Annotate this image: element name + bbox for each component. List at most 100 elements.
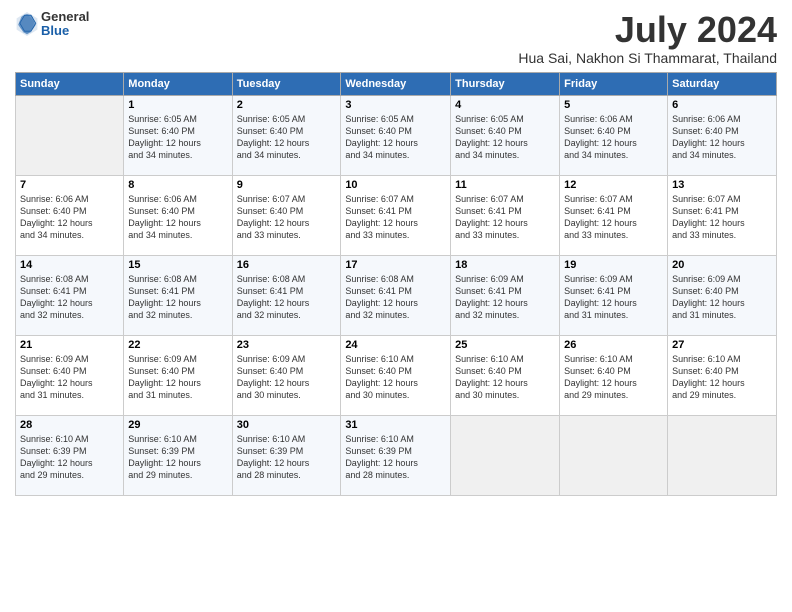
logo-icon (15, 10, 39, 38)
calendar-cell (560, 415, 668, 495)
logo: General Blue (15, 10, 89, 39)
day-info: Sunrise: 6:09 AMSunset: 6:40 PMDaylight:… (237, 353, 337, 402)
day-number: 1 (128, 99, 227, 111)
calendar-cell (16, 95, 124, 175)
day-info: Sunrise: 6:06 AMSunset: 6:40 PMDaylight:… (128, 193, 227, 242)
calendar-cell: 19 Sunrise: 6:09 AMSunset: 6:41 PMDayligh… (560, 255, 668, 335)
calendar-week-1: 1 Sunrise: 6:05 AMSunset: 6:40 PMDaylight… (16, 95, 777, 175)
calendar-cell: 25Sunrise: 6:10 AMSunset: 6:40 PMDayligh… (451, 335, 560, 415)
day-info: Sunrise: 6:07 AMSunset: 6:41 PMDaylight:… (564, 193, 663, 242)
day-number: 18 (455, 259, 555, 271)
calendar-cell (668, 415, 777, 495)
day-info: Sunrise: 6:10 AMSunset: 6:40 PMDaylight:… (455, 353, 555, 402)
day-header-sunday: Sunday (16, 72, 124, 95)
calendar-cell: 20Sunrise: 6:09 AMSunset: 6:40 PMDayligh… (668, 255, 777, 335)
day-number: 7 (20, 179, 119, 191)
day-header-friday: Friday (560, 72, 668, 95)
day-header-monday: Monday (124, 72, 232, 95)
day-number: 16 (237, 259, 337, 271)
calendar-week-3: 14 Sunrise: 6:08 AMSunset: 6:41 PMDayligh… (16, 255, 777, 335)
calendar-week-2: 7 Sunrise: 6:06 AMSunset: 6:40 PMDaylight… (16, 175, 777, 255)
day-number: 17 (345, 259, 446, 271)
day-number: 5 (564, 99, 663, 111)
page-container: General Blue July 2024 Hua Sai, Nakhon S… (0, 0, 792, 506)
day-info: Sunrise: 6:10 AMSunset: 6:40 PMDaylight:… (672, 353, 772, 402)
calendar-cell: 18 Sunrise: 6:09 AMSunset: 6:41 PMDayligh… (451, 255, 560, 335)
day-header-saturday: Saturday (668, 72, 777, 95)
day-number: 12 (564, 179, 663, 191)
calendar-cell: 22 Sunrise: 6:09 AMSunset: 6:40 PMDayligh… (124, 335, 232, 415)
day-info: Sunrise: 6:08 AMSunset: 6:41 PMDaylight:… (237, 273, 337, 322)
day-info: Sunrise: 6:10 AMSunset: 6:39 PMDaylight:… (20, 433, 119, 482)
day-info: Sunrise: 6:07 AMSunset: 6:41 PMDaylight:… (345, 193, 446, 242)
day-info: Sunrise: 6:05 AMSunset: 6:40 PMDaylight:… (455, 113, 555, 162)
calendar-header-row: SundayMondayTuesdayWednesdayThursdayFrid… (16, 72, 777, 95)
day-number: 27 (672, 339, 772, 351)
day-header-thursday: Thursday (451, 72, 560, 95)
logo-blue: Blue (41, 24, 89, 38)
day-info: Sunrise: 6:07 AMSunset: 6:41 PMDaylight:… (455, 193, 555, 242)
day-info: Sunrise: 6:10 AMSunset: 6:40 PMDaylight:… (345, 353, 446, 402)
calendar-cell (451, 415, 560, 495)
logo-general: General (41, 10, 89, 24)
calendar-cell: 26Sunrise: 6:10 AMSunset: 6:40 PMDayligh… (560, 335, 668, 415)
day-info: Sunrise: 6:10 AMSunset: 6:39 PMDaylight:… (237, 433, 337, 482)
day-info: Sunrise: 6:10 AMSunset: 6:40 PMDaylight:… (564, 353, 663, 402)
day-info: Sunrise: 6:08 AMSunset: 6:41 PMDaylight:… (20, 273, 119, 322)
day-number: 24 (345, 339, 446, 351)
calendar-cell: 14 Sunrise: 6:08 AMSunset: 6:41 PMDayligh… (16, 255, 124, 335)
calendar-week-5: 28 Sunrise: 6:10 AMSunset: 6:39 PMDayligh… (16, 415, 777, 495)
calendar-cell: 6Sunrise: 6:06 AMSunset: 6:40 PMDaylight… (668, 95, 777, 175)
day-header-wednesday: Wednesday (341, 72, 451, 95)
calendar-cell: 9 Sunrise: 6:07 AMSunset: 6:40 PMDaylight… (232, 175, 341, 255)
calendar-cell: 30Sunrise: 6:10 AMSunset: 6:39 PMDayligh… (232, 415, 341, 495)
day-number: 13 (672, 179, 772, 191)
day-info: Sunrise: 6:09 AMSunset: 6:41 PMDaylight:… (564, 273, 663, 322)
day-number: 14 (20, 259, 119, 271)
day-info: Sunrise: 6:06 AMSunset: 6:40 PMDaylight:… (672, 113, 772, 162)
day-number: 29 (128, 419, 227, 431)
header: General Blue July 2024 Hua Sai, Nakhon S… (15, 10, 777, 66)
day-number: 11 (455, 179, 555, 191)
calendar-cell: 8Sunrise: 6:06 AMSunset: 6:40 PMDaylight… (124, 175, 232, 255)
day-number: 28 (20, 419, 119, 431)
day-number: 21 (20, 339, 119, 351)
day-info: Sunrise: 6:08 AMSunset: 6:41 PMDaylight:… (128, 273, 227, 322)
title-section: July 2024 Hua Sai, Nakhon Si Thammarat, … (518, 10, 777, 66)
calendar-cell: 21 Sunrise: 6:09 AMSunset: 6:40 PMDayligh… (16, 335, 124, 415)
location: Hua Sai, Nakhon Si Thammarat, Thailand (518, 50, 777, 66)
calendar-cell: 28 Sunrise: 6:10 AMSunset: 6:39 PMDayligh… (16, 415, 124, 495)
day-number: 2 (237, 99, 337, 111)
day-number: 20 (672, 259, 772, 271)
calendar-cell: 11 Sunrise: 6:07 AMSunset: 6:41 PMDayligh… (451, 175, 560, 255)
calendar-cell: 13Sunrise: 6:07 AMSunset: 6:41 PMDayligh… (668, 175, 777, 255)
calendar-cell: 31 Sunrise: 6:10 AMSunset: 6:39 PMDayligh… (341, 415, 451, 495)
day-number: 19 (564, 259, 663, 271)
calendar-cell: 15Sunrise: 6:08 AMSunset: 6:41 PMDayligh… (124, 255, 232, 335)
calendar-cell: 29Sunrise: 6:10 AMSunset: 6:39 PMDayligh… (124, 415, 232, 495)
day-number: 9 (237, 179, 337, 191)
month-title: July 2024 (518, 10, 777, 50)
day-number: 23 (237, 339, 337, 351)
day-number: 4 (455, 99, 555, 111)
calendar-cell: 2Sunrise: 6:05 AMSunset: 6:40 PMDaylight… (232, 95, 341, 175)
day-info: Sunrise: 6:09 AMSunset: 6:40 PMDaylight:… (20, 353, 119, 402)
calendar-cell: 27 Sunrise: 6:10 AMSunset: 6:40 PMDayligh… (668, 335, 777, 415)
calendar-cell: 16 Sunrise: 6:08 AMSunset: 6:41 PMDayligh… (232, 255, 341, 335)
calendar-cell: 10 Sunrise: 6:07 AMSunset: 6:41 PMDayligh… (341, 175, 451, 255)
calendar-cell: 4 Sunrise: 6:05 AMSunset: 6:40 PMDaylight… (451, 95, 560, 175)
day-info: Sunrise: 6:09 AMSunset: 6:40 PMDaylight:… (128, 353, 227, 402)
day-info: Sunrise: 6:08 AMSunset: 6:41 PMDaylight:… (345, 273, 446, 322)
day-info: Sunrise: 6:07 AMSunset: 6:40 PMDaylight:… (237, 193, 337, 242)
day-info: Sunrise: 6:09 AMSunset: 6:41 PMDaylight:… (455, 273, 555, 322)
calendar-week-4: 21 Sunrise: 6:09 AMSunset: 6:40 PMDayligh… (16, 335, 777, 415)
day-number: 10 (345, 179, 446, 191)
day-info: Sunrise: 6:05 AMSunset: 6:40 PMDaylight:… (128, 113, 227, 162)
day-number: 31 (345, 419, 446, 431)
day-info: Sunrise: 6:10 AMSunset: 6:39 PMDaylight:… (345, 433, 446, 482)
day-number: 22 (128, 339, 227, 351)
calendar-cell: 12 Sunrise: 6:07 AMSunset: 6:41 PMDayligh… (560, 175, 668, 255)
calendar-cell: 1 Sunrise: 6:05 AMSunset: 6:40 PMDaylight… (124, 95, 232, 175)
day-number: 3 (345, 99, 446, 111)
day-info: Sunrise: 6:06 AMSunset: 6:40 PMDaylight:… (20, 193, 119, 242)
